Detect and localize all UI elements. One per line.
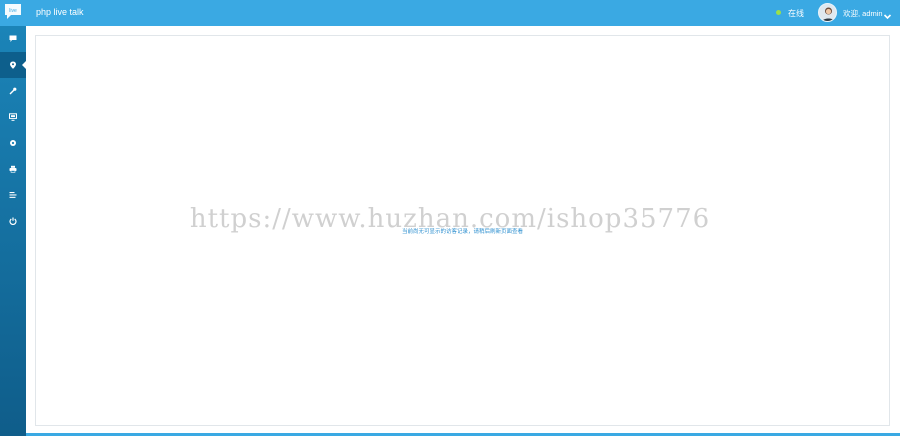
sidebar-item-location[interactable]: [0, 52, 26, 78]
logo-icon[interactable]: live: [4, 3, 22, 20]
sidebar-item-print[interactable]: [0, 156, 26, 182]
app-title: php live talk: [36, 7, 84, 17]
sidebar-item-tools[interactable]: [0, 78, 26, 104]
sidebar: [0, 26, 26, 436]
wrench-icon: [9, 87, 17, 95]
chat-icon: [9, 35, 17, 42]
avatar[interactable]: [818, 3, 837, 22]
sidebar-item-settings[interactable]: [0, 130, 26, 156]
sidebar-item-monitor[interactable]: [0, 104, 26, 130]
sidebar-item-chat[interactable]: [0, 26, 26, 52]
welcome-user-text[interactable]: 欢迎, admin: [843, 8, 883, 19]
sidebar-item-logout[interactable]: [0, 208, 26, 234]
main-content-panel: 当前尚无可显示的访客记录，请稍后刷新页面查看: [35, 35, 890, 426]
online-status-label: 在线: [788, 9, 804, 18]
location-pin-icon: [10, 61, 16, 69]
svg-text:live: live: [9, 8, 17, 14]
printer-icon: [9, 165, 17, 173]
sidebar-item-list[interactable]: [0, 182, 26, 208]
app-window: live php live talk 在线 欢迎, admin 当前尚无可显示的…: [0, 0, 900, 436]
monitor-icon: [9, 113, 17, 121]
power-icon: [9, 217, 17, 225]
top-bar: live php live talk 在线 欢迎, admin: [0, 0, 900, 26]
online-status-dot: [776, 10, 781, 15]
list-icon: [9, 192, 17, 198]
gear-icon: [10, 140, 16, 146]
empty-state-notice: 当前尚无可显示的访客记录，请稍后刷新页面查看: [401, 229, 523, 235]
chevron-down-icon[interactable]: [883, 8, 892, 20]
